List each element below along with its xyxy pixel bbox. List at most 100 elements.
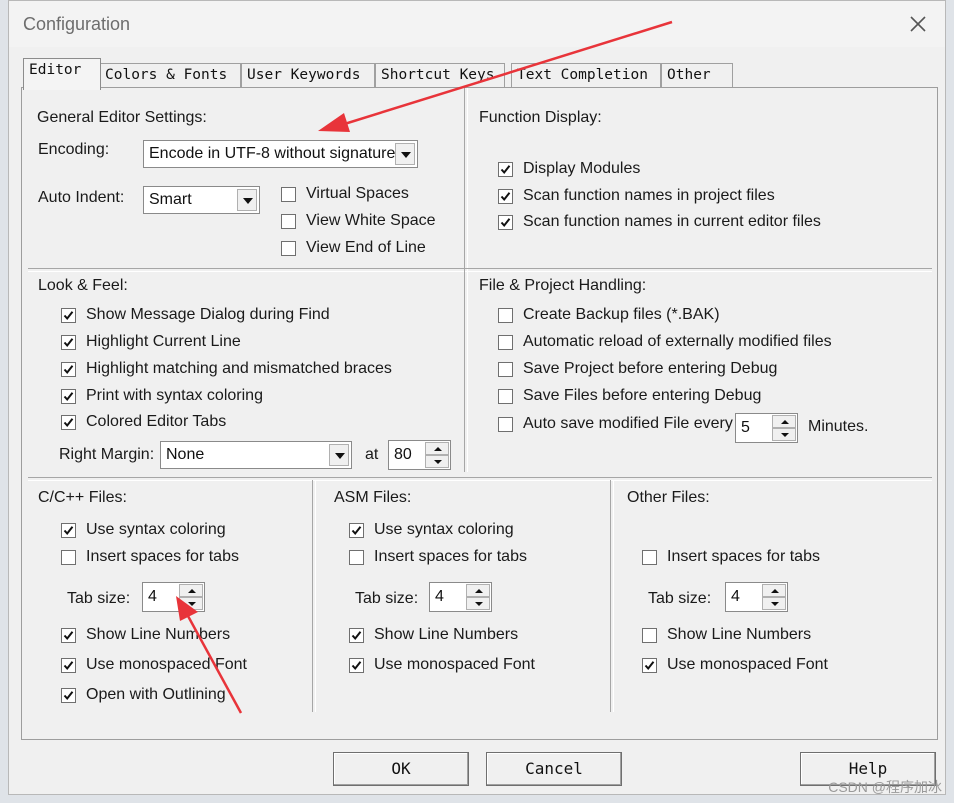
- checkbox-box[interactable]: [281, 187, 296, 202]
- close-icon[interactable]: [905, 11, 931, 37]
- spin-up-icon[interactable]: [466, 584, 490, 597]
- tab-text-completion[interactable]: Text Completion: [511, 63, 661, 88]
- right-margin-label: Right Margin:: [59, 446, 155, 463]
- asm-tab-size-label: Tab size:: [355, 590, 419, 607]
- checkbox-label: Open with Outlining: [86, 686, 226, 703]
- auto-indent-label: Auto Indent:: [38, 189, 125, 206]
- encoding-select[interactable]: Encode in UTF-8 without signature: [143, 140, 418, 168]
- checkbox-box[interactable]: [642, 658, 657, 673]
- right-margin-value: None: [166, 446, 205, 463]
- checkbox-box[interactable]: [349, 523, 364, 538]
- auto-indent-select[interactable]: Smart: [143, 186, 260, 214]
- checkbox-box[interactable]: [61, 389, 76, 404]
- checkbox-box[interactable]: [642, 628, 657, 643]
- tab-shortcut-keys[interactable]: Shortcut Keys: [375, 63, 505, 88]
- checkbox-box[interactable]: [498, 335, 513, 350]
- chevron-down-icon[interactable]: [395, 143, 415, 165]
- checkbox-box[interactable]: [498, 389, 513, 404]
- checkmark-icon: [63, 661, 74, 671]
- checkmark-icon: [63, 338, 74, 348]
- checkbox-box[interactable]: [642, 550, 657, 565]
- auto-save-spinner[interactable]: 5: [735, 413, 798, 443]
- encoding-label: Encoding:: [38, 141, 110, 158]
- checkbox-label: View End of Line: [306, 239, 426, 256]
- spin-up-icon[interactable]: [772, 415, 796, 428]
- encoding-value: Encode in UTF-8 without signature: [149, 145, 395, 162]
- chevron-down-icon[interactable]: [329, 444, 349, 466]
- checkbox-box[interactable]: [61, 415, 76, 430]
- checkbox-label: Highlight Current Line: [86, 333, 241, 350]
- asm-tab-size-spinner[interactable]: 4: [429, 582, 492, 612]
- spin-up-icon[interactable]: [179, 584, 203, 597]
- checkbox-box[interactable]: [281, 241, 296, 256]
- tab-other[interactable]: Other: [661, 63, 733, 88]
- checkbox-box[interactable]: [61, 658, 76, 673]
- right-margin-select[interactable]: None: [160, 441, 352, 469]
- spin-down-icon[interactable]: [762, 597, 786, 610]
- checkbox-box[interactable]: [61, 523, 76, 538]
- other-tab-size-spinner[interactable]: 4: [725, 582, 788, 612]
- ok-button[interactable]: OK: [333, 752, 469, 786]
- checkbox-box[interactable]: [498, 215, 513, 230]
- spin-down-icon[interactable]: [425, 455, 449, 468]
- separator: [28, 268, 932, 272]
- checkbox-box[interactable]: [281, 214, 296, 229]
- watermark: CSDN @程序加冰: [828, 779, 942, 795]
- checkmark-icon: [63, 418, 74, 428]
- checkmark-icon: [351, 631, 362, 641]
- checkmark-icon: [63, 365, 74, 375]
- checkbox-label: Use monospaced Font: [667, 656, 828, 673]
- spin-down-icon[interactable]: [179, 597, 203, 610]
- checkbox-label: Use syntax coloring: [374, 521, 514, 538]
- checkmark-icon: [351, 526, 362, 536]
- separator: [312, 480, 316, 712]
- spin-down-icon[interactable]: [466, 597, 490, 610]
- checkbox-box[interactable]: [61, 688, 76, 703]
- checkbox-box[interactable]: [349, 550, 364, 565]
- checkbox-box[interactable]: [61, 308, 76, 323]
- checkbox-label: Auto save modified File every: [523, 415, 733, 432]
- checkbox-box[interactable]: [498, 362, 513, 377]
- checkmark-icon: [500, 192, 511, 202]
- checkbox-box[interactable]: [498, 189, 513, 204]
- tab-user-keywords[interactable]: User Keywords: [241, 63, 375, 88]
- checkbox-box[interactable]: [61, 335, 76, 350]
- checkbox-box[interactable]: [349, 658, 364, 673]
- checkbox-box[interactable]: [498, 162, 513, 177]
- checkbox-label: Virtual Spaces: [306, 185, 409, 202]
- checkbox-box[interactable]: [61, 628, 76, 643]
- spinner-value: 5: [741, 419, 750, 436]
- separator: [464, 88, 468, 270]
- spin-up-icon[interactable]: [762, 584, 786, 597]
- separator: [464, 270, 468, 472]
- auto-indent-value: Smart: [149, 191, 192, 208]
- cancel-button[interactable]: Cancel: [486, 752, 622, 786]
- c-tab-size-label: Tab size:: [67, 590, 131, 607]
- other-files-heading: Other Files:: [627, 489, 710, 506]
- checkbox-box[interactable]: [61, 362, 76, 377]
- window-title: Configuration: [23, 14, 131, 34]
- right-margin-spinner[interactable]: 80: [388, 440, 451, 470]
- checkbox-label: View White Space: [306, 212, 436, 229]
- checkbox-label: Save Project before entering Debug: [523, 360, 778, 377]
- checkbox-label: Save Files before entering Debug: [523, 387, 762, 404]
- checkbox-label: Show Message Dialog during Find: [86, 306, 330, 323]
- checkbox-box[interactable]: [349, 628, 364, 643]
- spin-down-icon[interactable]: [772, 428, 796, 441]
- general-settings-heading: General Editor Settings:: [37, 109, 207, 126]
- c-tab-size-spinner[interactable]: 4: [142, 582, 205, 612]
- checkbox-box[interactable]: [61, 550, 76, 565]
- tab-colors-fonts[interactable]: Colors & Fonts: [99, 63, 241, 88]
- tab-editor[interactable]: Editor: [23, 58, 101, 90]
- chevron-down-icon[interactable]: [237, 189, 257, 211]
- spin-up-icon[interactable]: [425, 442, 449, 455]
- checkbox-label: Print with syntax coloring: [86, 387, 263, 404]
- checkbox-label: Create Backup files (*.BAK): [523, 306, 720, 323]
- checkbox-box[interactable]: [498, 308, 513, 323]
- editor-panel: General Editor Settings: Encoding: Encod…: [21, 87, 938, 740]
- checkmark-icon: [63, 691, 74, 701]
- at-label: at: [365, 446, 379, 463]
- c-files-heading: C/C++ Files:: [38, 489, 127, 506]
- checkbox-label: Use monospaced Font: [86, 656, 247, 673]
- checkbox-box[interactable]: [498, 417, 513, 432]
